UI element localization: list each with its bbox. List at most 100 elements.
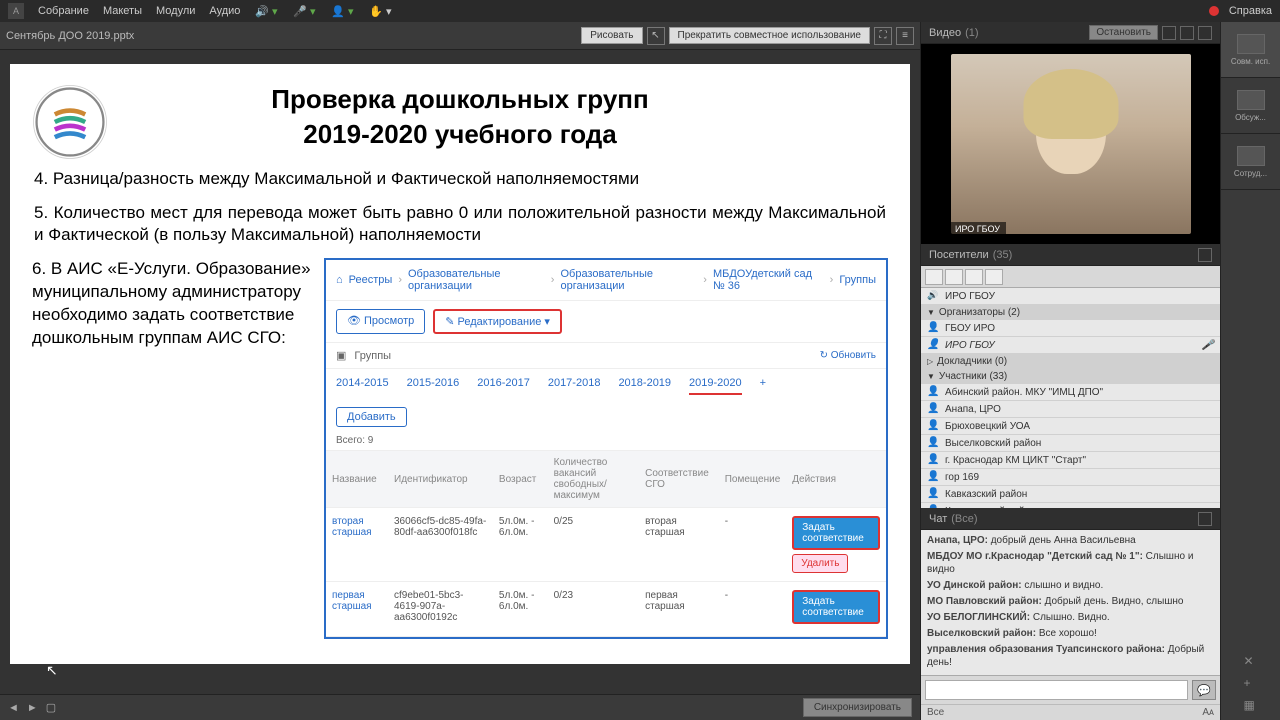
chat-messages: Анапа, ЦРО: добрый день Анна Васильевна М…: [921, 530, 1220, 675]
sidebar-tab-collab[interactable]: Сотруд...: [1221, 134, 1280, 190]
list-item[interactable]: 👤ГБОУ ИРО: [921, 320, 1220, 337]
menu-meeting[interactable]: Собрание: [38, 5, 89, 17]
chat-message: МБДОУ МО г.Краснодар "Детский сад № 1": …: [927, 550, 1214, 576]
layout-menu-icon[interactable]: ▦: [1244, 698, 1258, 712]
tab-2015[interactable]: 2015-2016: [407, 377, 460, 395]
app-logo: A: [8, 3, 24, 19]
list-item[interactable]: 👤Выселковский район: [921, 435, 1220, 452]
set-match-button[interactable]: Задать соответствие: [792, 516, 880, 550]
speaker-icon[interactable]: 🔊 ▾: [254, 3, 278, 19]
menu-help[interactable]: Справка: [1229, 5, 1272, 17]
video-feed: ИРО ГБОУ: [921, 44, 1220, 244]
sync-button[interactable]: Синхронизировать: [803, 698, 912, 717]
next-slide-icon[interactable]: ►: [27, 702, 38, 714]
chat-send-button[interactable]: 💬: [1192, 680, 1216, 700]
group-name-link[interactable]: вторая старшая: [332, 516, 372, 538]
add-year-icon[interactable]: +: [760, 377, 766, 395]
chat-text-options-icon[interactable]: Aᴀ: [1202, 707, 1214, 718]
refresh-button[interactable]: ↻ Обновить: [820, 350, 876, 361]
fullscreen-icon[interactable]: ⛶: [874, 27, 892, 45]
tab-2017[interactable]: 2017-2018: [548, 377, 601, 395]
presenter-video: [951, 54, 1191, 234]
add-layout-icon[interactable]: +: [1244, 676, 1258, 690]
list-item[interactable]: 👤Кавказский район: [921, 486, 1220, 503]
visitors-options-icon[interactable]: [1198, 248, 1212, 262]
expand-icon[interactable]: ▣: [336, 349, 346, 362]
prev-slide-icon[interactable]: ◄: [8, 702, 19, 714]
groups-label: Группы: [354, 350, 391, 362]
active-speaker-row[interactable]: ИРО ГБОУ: [921, 288, 1220, 305]
year-tabs: 2014-2015 2015-2016 2016-2017 2017-2018 …: [326, 369, 886, 403]
sidebar-tab-discuss[interactable]: Обсуж...: [1221, 78, 1280, 134]
visitors-toolbar: [921, 266, 1220, 288]
slide-viewport: Проверка дошкольных групп 2019-2020 учеб…: [0, 50, 920, 694]
visitor-tool-4[interactable]: [985, 269, 1003, 285]
groups-table: НазваниеИдентификаторВозраст Количество …: [326, 450, 886, 637]
mic-icon[interactable]: 🎤 ▾: [292, 3, 316, 19]
group-name-link[interactable]: первая старшая: [332, 590, 372, 612]
delete-button[interactable]: Удалить: [792, 554, 848, 573]
chat-message: УО Динской район: слышно и видно.: [927, 579, 1214, 592]
view-button[interactable]: 👁 Просмотр: [336, 309, 425, 334]
menu-modules[interactable]: Модули: [156, 5, 195, 17]
list-item[interactable]: 👤гор 169: [921, 469, 1220, 486]
slide-point-6: 6. В АИС «Е-Услуги. Образование» муницип…: [32, 258, 312, 639]
tab-2014[interactable]: 2014-2015: [336, 377, 389, 395]
participants-section[interactable]: ▼Участники (33): [921, 369, 1220, 384]
visitor-tool-2[interactable]: [945, 269, 963, 285]
visitor-tool-3[interactable]: [965, 269, 983, 285]
chat-options-icon[interactable]: [1198, 512, 1212, 526]
top-menu-bar: A Собрание Макеты Модули Аудио 🔊 ▾ 🎤 ▾ 👤…: [0, 0, 1280, 22]
webcam-icon[interactable]: 👤 ▾: [330, 3, 354, 19]
panel-options-icon[interactable]: ≡: [896, 27, 914, 45]
tab-2018[interactable]: 2018-2019: [618, 377, 671, 395]
tab-2019[interactable]: 2019-2020: [689, 377, 742, 395]
stop-icon[interactable]: ▢: [46, 701, 56, 714]
menu-audio[interactable]: Аудио: [209, 5, 240, 17]
visitor-tool-1[interactable]: [925, 269, 943, 285]
presenters-section[interactable]: ▷Докладчики (0): [921, 354, 1220, 369]
slide-point-4: 4. Разница/разность между Максимальной и…: [34, 168, 886, 190]
institute-logo: [32, 84, 108, 160]
table-row: вторая старшая36066cf5-dc85-49fa-80df-aa…: [326, 508, 886, 582]
sidebar-tab-sharing[interactable]: Совм. исп.: [1221, 22, 1280, 78]
list-item[interactable]: 👤Абинский район. МКУ "ИМЦ ДПО": [921, 384, 1220, 401]
chat-message: Анапа, ЦРО: добрый день Анна Васильевна: [927, 534, 1214, 547]
raise-hand-icon[interactable]: ✋ ▾: [368, 3, 392, 19]
document-toolbar: Сентябрь ДОО 2019.pptx Рисовать ↖ Прекра…: [0, 22, 920, 50]
list-item[interactable]: 👤Брюховецкий УОА: [921, 418, 1220, 435]
ais-screenshot: ⌂ Реестры› Образовательные организации› …: [324, 258, 888, 639]
slide-nav-bar: ◄ ► ▢ Синхронизировать: [0, 694, 920, 720]
slide-title-1: Проверка дошкольных групп: [32, 84, 888, 115]
close-sidebar-icon[interactable]: ✕: [1244, 654, 1258, 668]
edit-button[interactable]: ✎ Редактирование ▾: [433, 309, 562, 334]
draw-button[interactable]: Рисовать: [581, 27, 642, 44]
list-item[interactable]: 👤ИРО ГБОУ🎤: [921, 337, 1220, 354]
chat-message: УО БЕЛОГЛИНСКИЙ: Слышно. Видно.: [927, 611, 1214, 624]
pointer-tool-icon[interactable]: ↖: [647, 27, 665, 45]
menu-layouts[interactable]: Макеты: [103, 5, 142, 17]
total-count: Всего: 9: [326, 431, 886, 450]
set-match-button[interactable]: Задать соответствие: [792, 590, 880, 624]
tab-2016[interactable]: 2016-2017: [477, 377, 530, 395]
breadcrumb: ⌂ Реестры› Образовательные организации› …: [326, 260, 886, 301]
visitors-list: ИРО ГБОУ▼Организаторы (2)👤ГБОУ ИРО👤ИРО Г…: [921, 288, 1220, 508]
add-group-button[interactable]: Добавить: [336, 407, 407, 427]
stop-sharing-button[interactable]: Прекратить совместное использование: [669, 27, 871, 44]
presenter-name-label: ИРО ГБОУ: [949, 222, 1006, 236]
stop-video-button[interactable]: Остановить: [1089, 25, 1158, 40]
video-options-icon[interactable]: [1198, 26, 1212, 40]
document-title: Сентябрь ДОО 2019.pptx: [6, 30, 577, 42]
list-item[interactable]: 👤Анапа, ЦРО: [921, 401, 1220, 418]
chat-scope-row: Все Aᴀ: [921, 704, 1220, 720]
chat-panel-header: Чат(Все): [921, 508, 1220, 530]
chat-scope-label[interactable]: Все: [927, 707, 944, 718]
chat-input[interactable]: [925, 680, 1188, 700]
presentation-slide: Проверка дошкольных групп 2019-2020 учеб…: [10, 64, 910, 664]
slide-point-5: 5. Количество мест для перевода может бы…: [34, 202, 886, 246]
grid-view-icon[interactable]: [1162, 26, 1176, 40]
organizers-section[interactable]: ▼Организаторы (2): [921, 305, 1220, 320]
video-panel-header: Видео(1) Остановить: [921, 22, 1220, 44]
list-item[interactable]: 👤г. Краснодар КМ ЦИКТ "Старт": [921, 452, 1220, 469]
fullscreen-video-icon[interactable]: [1180, 26, 1194, 40]
